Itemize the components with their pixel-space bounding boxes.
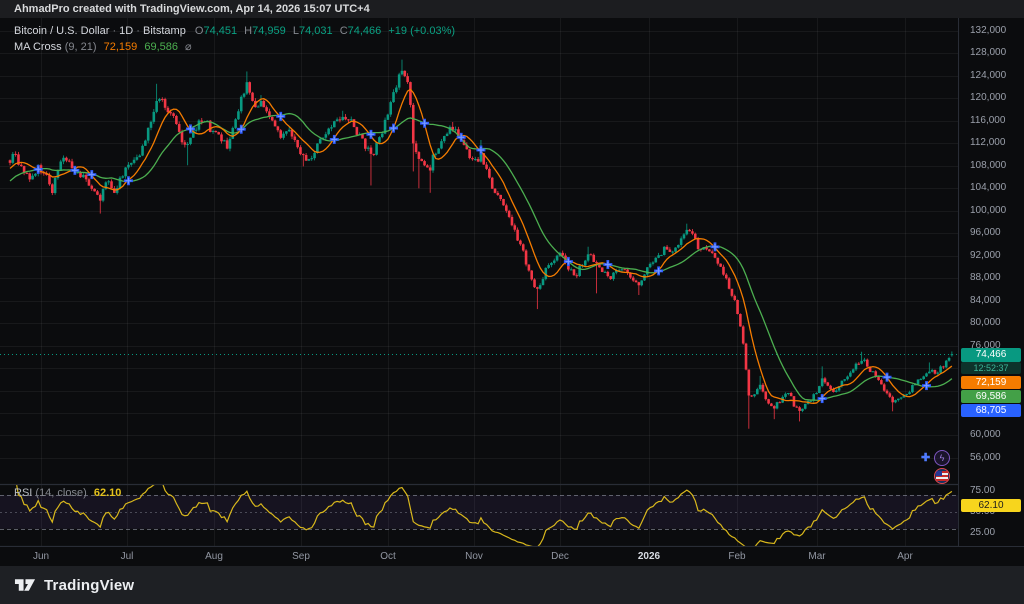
price-tick: 84,000: [970, 294, 1001, 306]
indicator-name: MA Cross: [14, 41, 62, 53]
rsi-value: 62.10: [93, 487, 122, 499]
timeframe-label[interactable]: 1D: [119, 25, 133, 37]
ma-slow-value: 69,586: [144, 41, 178, 53]
price-tick: 120,000: [970, 92, 1007, 104]
price-tick: 132,000: [970, 25, 1007, 36]
price-tick: 88,000: [970, 272, 1001, 284]
price-tick: 116,000: [970, 114, 1006, 126]
ma-cross-badge: 68,705: [961, 404, 1021, 417]
price-tick: 60,000: [970, 429, 1001, 441]
price-tick: 80,000: [970, 317, 1001, 329]
rsi-badge: 62.10: [961, 499, 1021, 512]
close-value: 74,466: [347, 25, 382, 37]
attribution-bar: AhmadPro created with TradingView.com, A…: [0, 0, 1024, 18]
rsi-name: RSI: [14, 487, 33, 499]
indicator-more-icon[interactable]: ⌀: [185, 41, 192, 53]
month-label-oct: Oct: [380, 551, 396, 562]
price-tick: 92,000: [970, 249, 1001, 261]
month-label-nov: Nov: [465, 551, 483, 562]
month-label-feb: Feb: [728, 551, 746, 562]
time-axis[interactable]: Jun Jul Aug Sep Oct Nov Dec 2026 Feb Mar Apr: [0, 546, 1024, 566]
indicator-legend-row[interactable]: MA Cross (9, 21) 72,159 69,586 ⌀: [14, 39, 455, 55]
legend-separator: ·: [112, 25, 117, 37]
tradingview-wordmark: TradingView: [44, 576, 135, 594]
price-tick: 128,000: [970, 47, 1007, 59]
ma-fast-badge: 72,159: [961, 376, 1021, 389]
month-label-aug: Aug: [205, 551, 223, 562]
legend-separator: ·: [136, 25, 140, 37]
price-tick: 104,000: [970, 182, 1007, 194]
month-label-apr: Apr: [897, 551, 913, 562]
ma-fast-value: 72,159: [103, 41, 138, 53]
price-tick: 96,000: [970, 227, 1001, 239]
economic-event-flag-icon[interactable]: [934, 468, 950, 484]
bottom-bar: TradingView: [0, 566, 1024, 604]
price-tick: 112,000: [970, 137, 1006, 149]
price-tick: 56,000: [970, 451, 1001, 463]
countdown-badge: 12:52:37: [961, 362, 1021, 374]
tradingview-logo-icon: [14, 579, 36, 591]
low-value: 74,031: [298, 25, 333, 37]
price-chart-canvas[interactable]: [0, 18, 958, 546]
plus-marker-icon: ✚: [921, 452, 931, 464]
price-tick: 124,000: [970, 69, 1007, 81]
high-letter: H: [244, 25, 253, 37]
symbol-title: Bitcoin / U.S. Dollar: [14, 25, 110, 37]
rsi-tick: 75.00: [970, 485, 996, 496]
crypto-event-icon[interactable]: ϟ: [934, 450, 950, 466]
month-label-dec: Dec: [551, 551, 569, 562]
price-tick: 108,000: [970, 159, 1007, 171]
close-letter: C: [339, 25, 348, 37]
us-flag-icon: [936, 471, 948, 481]
chart-area[interactable]: Bitcoin / U.S. Dollar · 1D · Bitstamp O7…: [0, 18, 1024, 546]
indicator-params: (9, 21): [64, 41, 97, 53]
change-value: +19 (+0.03%): [388, 25, 456, 37]
month-label-2026: 2026: [637, 551, 661, 562]
high-value: 74,959: [252, 25, 286, 37]
chart-legend[interactable]: Bitcoin / U.S. Dollar · 1D · Bitstamp O7…: [14, 23, 455, 55]
open-value: 74,451: [203, 25, 238, 37]
month-label-jul: Jul: [120, 551, 134, 562]
rsi-params: (14, close): [35, 487, 87, 499]
attribution-text: AhmadPro created with TradingView.com, A…: [14, 3, 370, 15]
last-price-badge: 74,466: [961, 348, 1021, 362]
tradingview-logo[interactable]: TradingView: [14, 576, 134, 594]
month-label-mar: Mar: [808, 551, 826, 562]
symbol-legend-row[interactable]: Bitcoin / U.S. Dollar · 1D · Bitstamp O7…: [14, 23, 455, 39]
month-label-jun: Jun: [32, 551, 50, 562]
month-label-sep: Sep: [292, 551, 310, 562]
exchange-label: Bitstamp: [143, 25, 186, 37]
rsi-tick: 25.00: [970, 527, 996, 538]
price-axis[interactable]: 132,000 128,000 124,000 120,000 116,000 112,0…: [958, 18, 1024, 546]
rsi-legend-row[interactable]: RSI (14, close) 62.10: [14, 487, 121, 499]
ma-slow-badge: 69,586: [961, 390, 1021, 403]
price-tick: 100,000: [970, 204, 1007, 216]
